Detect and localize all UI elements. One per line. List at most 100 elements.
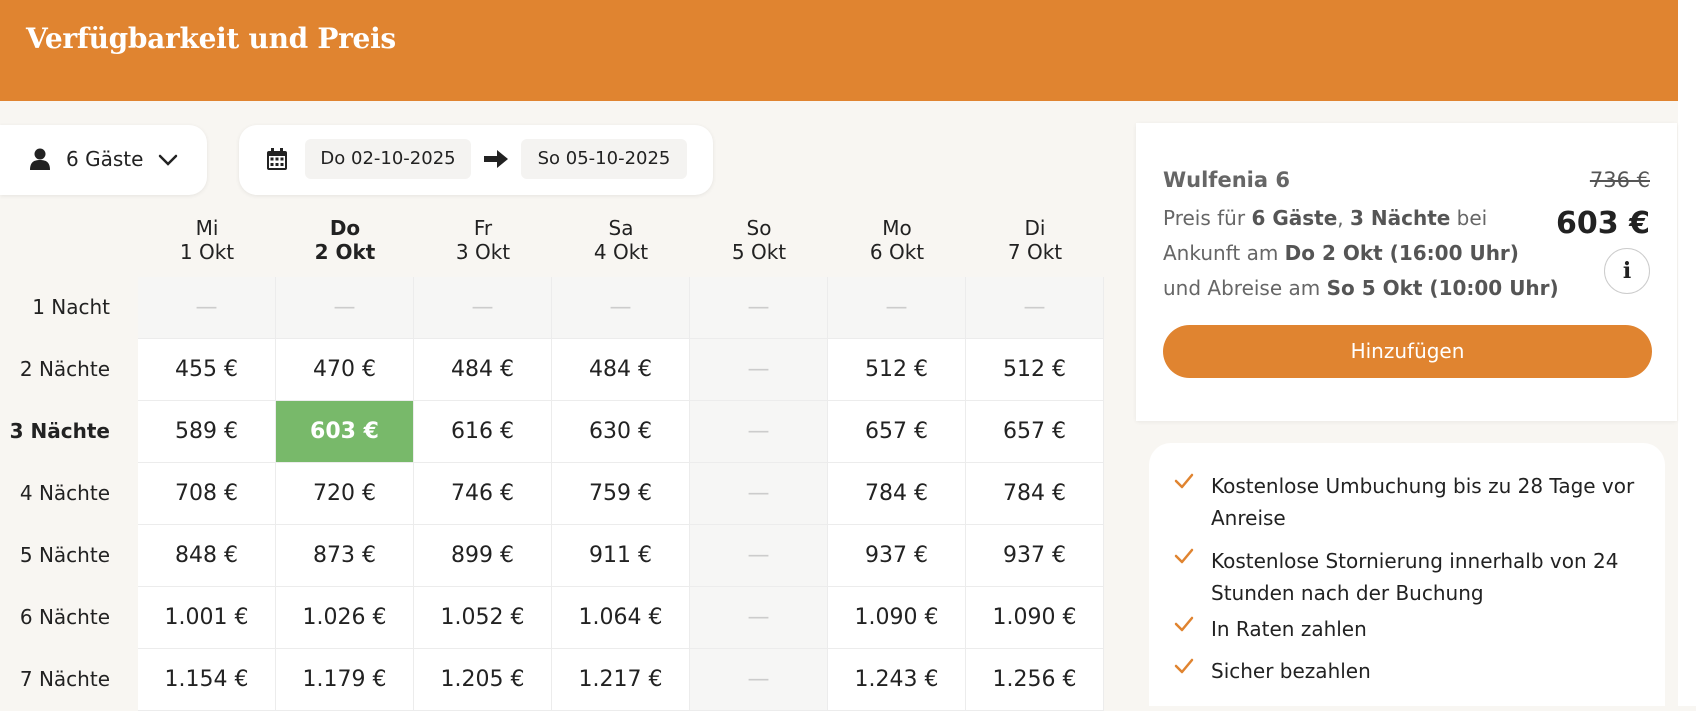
price-cell[interactable]: 1.179 € (276, 649, 414, 711)
price-cell-unavailable: — (690, 525, 828, 587)
person-icon (30, 148, 50, 174)
price-cell[interactable]: 484 € (414, 339, 552, 401)
price-cell[interactable]: 708 € (138, 463, 276, 525)
page-title: Verfügbarkeit und Preis (26, 22, 396, 55)
feature-text: In Raten zahlen (1211, 617, 1367, 641)
column-date: 5 Okt (731, 240, 787, 264)
booking-summary-card: Wulfenia 6 736 € 603 € Preis für 6 Gäste… (1136, 123, 1677, 421)
price-cell[interactable]: 589 € (138, 401, 276, 463)
column-day: Sa (608, 216, 634, 240)
right-edge-strip (1678, 0, 1696, 706)
column-header: Do 2 Okt (276, 216, 414, 264)
current-price: 603 € (1556, 206, 1650, 241)
price-cell[interactable]: 873 € (276, 525, 414, 587)
price-cell[interactable]: 1.090 € (828, 587, 966, 649)
price-cell-unavailable: — (690, 587, 828, 649)
price-cell[interactable]: 603 € (276, 401, 414, 463)
guests-selector[interactable]: 6 Gäste (0, 125, 207, 195)
column-date: 2 Okt (314, 240, 376, 264)
column-date: 4 Okt (593, 240, 649, 264)
original-price: 736 € (1589, 168, 1650, 192)
price-cell-unavailable: — (690, 277, 828, 339)
accommodation-name: Wulfenia 6 (1163, 168, 1290, 192)
info-button[interactable]: i (1604, 248, 1650, 294)
price-cell[interactable]: 937 € (966, 525, 1104, 587)
price-cell[interactable]: 720 € (276, 463, 414, 525)
price-cell[interactable]: 1.052 € (414, 587, 552, 649)
price-cell[interactable]: 512 € (828, 339, 966, 401)
price-cell-unavailable: — (690, 339, 828, 401)
add-button[interactable]: Hinzufügen (1163, 325, 1652, 378)
column-date: 1 Okt (179, 240, 235, 264)
price-cell-unavailable: — (966, 277, 1104, 339)
price-cell-unavailable: — (552, 277, 690, 339)
price-cell[interactable]: 911 € (552, 525, 690, 587)
row-label: 5 Nächte (19, 543, 110, 567)
check-icon (1174, 657, 1194, 679)
price-cell[interactable]: 1.064 € (552, 587, 690, 649)
price-cell[interactable]: 937 € (828, 525, 966, 587)
price-cell[interactable]: 784 € (828, 463, 966, 525)
column-header: Sa 4 Okt (552, 216, 690, 264)
feature-text: Sicher bezahlen (1211, 659, 1371, 683)
column-day: Mo (882, 216, 912, 240)
row-label: 2 Nächte (19, 357, 110, 381)
price-cell[interactable]: 899 € (414, 525, 552, 587)
header-bar: Verfügbarkeit und Preis (0, 0, 1678, 101)
price-cell[interactable]: 1.001 € (138, 587, 276, 649)
date-range-picker: Do 02-10-2025 So 05-10-2025 (239, 125, 713, 195)
price-cell[interactable]: 1.256 € (966, 649, 1104, 711)
price-cell-unavailable: — (414, 277, 552, 339)
price-cell[interactable]: 1.154 € (138, 649, 276, 711)
price-cell-unavailable: — (690, 401, 828, 463)
column-date: 7 Okt (1007, 240, 1063, 264)
departure-date-field[interactable]: So 05-10-2025 (521, 139, 687, 179)
guests-label: 6 Gäste (66, 147, 144, 171)
column-day: Do (329, 216, 361, 240)
chevron-down-icon (158, 152, 178, 171)
price-cell-unavailable: — (690, 463, 828, 525)
price-cell[interactable]: 616 € (414, 401, 552, 463)
column-day: So (746, 216, 772, 240)
price-cell[interactable]: 784 € (966, 463, 1104, 525)
row-label: 3 Nächte (9, 419, 110, 443)
column-date: 3 Okt (455, 240, 511, 264)
column-day: Fr (473, 216, 493, 240)
price-cell[interactable]: 848 € (138, 525, 276, 587)
price-cell[interactable]: 1.243 € (828, 649, 966, 711)
price-cell[interactable]: 1.090 € (966, 587, 1104, 649)
price-cell[interactable]: 630 € (552, 401, 690, 463)
feature-text: Kostenlose Stornierung innerhalb von 24 … (1211, 549, 1619, 605)
price-cell[interactable]: 1.217 € (552, 649, 690, 711)
price-cell[interactable]: 746 € (414, 463, 552, 525)
price-cell-unavailable: — (690, 649, 828, 711)
feature-text: Kostenlose Umbuchung bis zu 28 Tage vor … (1211, 474, 1635, 530)
features-list: Kostenlose Umbuchung bis zu 28 Tage vor … (1149, 443, 1665, 706)
row-label: 1 Nacht (32, 295, 110, 319)
column-day: Di (1024, 216, 1046, 240)
arrow-right-icon (484, 149, 508, 173)
column-header: Mi 1 Okt (138, 216, 276, 264)
price-cell[interactable]: 657 € (966, 401, 1104, 463)
price-cell[interactable]: 470 € (276, 339, 414, 401)
price-cell[interactable]: 484 € (552, 339, 690, 401)
price-cell[interactable]: 1.026 € (276, 587, 414, 649)
row-label: 7 Nächte (19, 667, 110, 691)
column-day: Mi (195, 216, 219, 240)
column-header: Di 7 Okt (966, 216, 1104, 264)
check-icon (1174, 547, 1194, 569)
price-cell[interactable]: 512 € (966, 339, 1104, 401)
price-cell[interactable]: 657 € (828, 401, 966, 463)
price-cell[interactable]: 455 € (138, 339, 276, 401)
column-header: Mo 6 Okt (828, 216, 966, 264)
column-header: Fr 3 Okt (414, 216, 552, 264)
price-cell[interactable]: 1.205 € (414, 649, 552, 711)
column-header: So 5 Okt (690, 216, 828, 264)
price-cell[interactable]: 759 € (552, 463, 690, 525)
check-icon (1174, 615, 1194, 637)
price-description: Preis für 6 Gäste, 3 Nächte bei Ankunft … (1163, 206, 1559, 300)
calendar-icon (267, 148, 287, 174)
price-cell-unavailable: — (138, 277, 276, 339)
arrival-date-field[interactable]: Do 02-10-2025 (305, 139, 471, 179)
column-date: 6 Okt (869, 240, 925, 264)
